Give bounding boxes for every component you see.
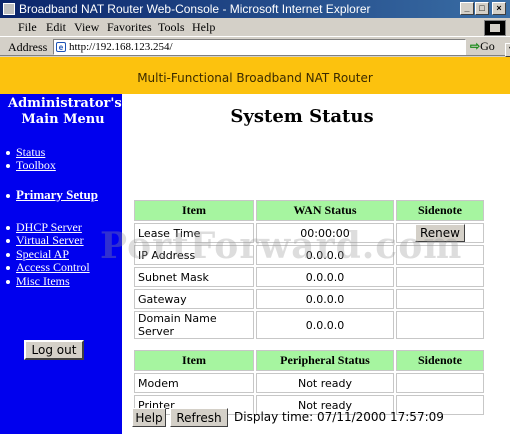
- renew-button[interactable]: Renew: [415, 224, 465, 242]
- sidebar-item-label: Access Control: [16, 260, 90, 274]
- help-button[interactable]: Help: [132, 408, 166, 427]
- sidebar-item-label: Toolbox: [16, 158, 56, 172]
- row-sidenote: [396, 311, 484, 339]
- table-row: Gateway 0.0.0.0: [134, 289, 484, 309]
- ie-throbber-icon: [484, 20, 506, 36]
- bullet-icon: [6, 164, 10, 169]
- bullet-icon: [6, 280, 10, 285]
- row-item: Gateway: [134, 289, 254, 309]
- peripheral-status-table: Item Peripheral Status Sidenote Modem No…: [132, 348, 486, 417]
- address-label: Address: [8, 40, 48, 54]
- sidebar-item-label: Misc Items: [16, 274, 70, 288]
- go-label: Go: [480, 39, 495, 53]
- menu-favorites[interactable]: Favorites: [107, 20, 152, 35]
- bullet-icon: [6, 253, 10, 258]
- row-sidenote: [396, 267, 484, 287]
- bullet-icon: [6, 266, 10, 271]
- window-title-bar: Broadband NAT Router Web-Console - Micro…: [0, 0, 510, 18]
- row-item: Lease Time: [134, 223, 254, 243]
- sidebar-title: Administrator's Main Menu: [8, 96, 122, 127]
- table-row: Lease Time 00:00:00 Renew: [134, 223, 484, 243]
- row-item: Domain Name Server: [134, 311, 254, 339]
- table-row: IP Address 0.0.0.0: [134, 245, 484, 265]
- row-sidenote: Renew: [396, 223, 484, 243]
- page-title: System Status: [230, 106, 374, 127]
- router-banner: Multi-Functional Broadband NAT Router: [0, 57, 510, 94]
- row-sidenote: [396, 373, 484, 393]
- row-item: Modem: [134, 373, 254, 393]
- row-item: Subnet Mask: [134, 267, 254, 287]
- go-button[interactable]: ⇨Go: [470, 39, 508, 55]
- sidebar-menu: Administrator's Main Menu Status Toolbox…: [0, 94, 122, 434]
- minimize-button[interactable]: _: [460, 2, 474, 15]
- table-row: Domain Name Server 0.0.0.0: [134, 311, 484, 339]
- close-button[interactable]: ×: [492, 2, 506, 15]
- page-viewport: Multi-Functional Broadband NAT Router Ad…: [0, 57, 510, 434]
- wan-status-table: Item WAN Status Sidenote Lease Time 00:0…: [132, 198, 486, 341]
- table-header-row: Item Peripheral Status Sidenote: [134, 350, 484, 371]
- ie-window-icon: [3, 3, 15, 15]
- window-title: Broadband NAT Router Web-Console - Micro…: [19, 2, 371, 16]
- display-time: Display time: 07/11/2000 17:57:09: [234, 410, 444, 424]
- main-content: System Status Item WAN Status Sidenote L…: [122, 94, 510, 434]
- sidebar-item-label: Status: [16, 145, 46, 159]
- sidebar-item-label: Primary Setup: [16, 187, 98, 202]
- sidebar-item-primary-setup[interactable]: Primary Setup: [6, 187, 98, 203]
- menu-file[interactable]: File: [18, 20, 37, 35]
- column-header: Sidenote: [396, 350, 484, 371]
- row-sidenote: [396, 289, 484, 309]
- sidebar-item-access-control[interactable]: Access Control: [6, 260, 90, 275]
- row-status: 0.0.0.0: [256, 289, 394, 309]
- address-bar: Address e http://192.168.123.254/ ▼ ⇨Go: [0, 36, 510, 57]
- maximize-button[interactable]: □: [475, 2, 489, 15]
- column-header: Item: [134, 350, 254, 371]
- column-header: Sidenote: [396, 200, 484, 221]
- bullet-icon: [6, 151, 10, 156]
- sidebar-item-misc-items[interactable]: Misc Items: [6, 274, 70, 289]
- menu-tools[interactable]: Tools: [158, 20, 185, 35]
- sidebar-item-label: Special AP: [16, 247, 69, 261]
- sidebar-item-toolbox[interactable]: Toolbox: [6, 158, 56, 173]
- logout-button[interactable]: Log out: [24, 340, 84, 360]
- sidebar-item-label: DHCP Server: [16, 220, 82, 234]
- column-header: Peripheral Status: [256, 350, 394, 371]
- row-status: Not ready: [256, 373, 394, 393]
- row-sidenote: [396, 245, 484, 265]
- sidebar-item-label: Virtual Server: [16, 233, 84, 247]
- bullet-icon: [6, 226, 10, 231]
- page-icon: e: [56, 42, 66, 52]
- row-status: 0.0.0.0: [256, 267, 394, 287]
- row-status: 00:00:00: [256, 223, 394, 243]
- column-header: WAN Status: [256, 200, 394, 221]
- menu-view[interactable]: View: [74, 20, 99, 35]
- row-status: 0.0.0.0: [256, 311, 394, 339]
- sidebar-item-virtual-server[interactable]: Virtual Server: [6, 233, 84, 248]
- row-status: 0.0.0.0: [256, 245, 394, 265]
- bullet-icon: [6, 239, 10, 244]
- table-header-row: Item WAN Status Sidenote: [134, 200, 484, 221]
- menu-edit[interactable]: Edit: [46, 20, 66, 35]
- column-header: Item: [134, 200, 254, 221]
- refresh-button[interactable]: Refresh: [170, 408, 228, 427]
- address-input[interactable]: e http://192.168.123.254/ ▼: [53, 39, 510, 57]
- table-row: Subnet Mask 0.0.0.0: [134, 267, 484, 287]
- bullet-icon: [6, 194, 10, 199]
- row-item: IP Address: [134, 245, 254, 265]
- go-arrow-icon: ⇨: [470, 39, 481, 53]
- address-url[interactable]: http://192.168.123.254/: [69, 41, 173, 53]
- menu-help[interactable]: Help: [192, 20, 215, 35]
- menu-bar: File Edit View Favorites Tools Help: [0, 18, 510, 36]
- table-row: Modem Not ready: [134, 373, 484, 393]
